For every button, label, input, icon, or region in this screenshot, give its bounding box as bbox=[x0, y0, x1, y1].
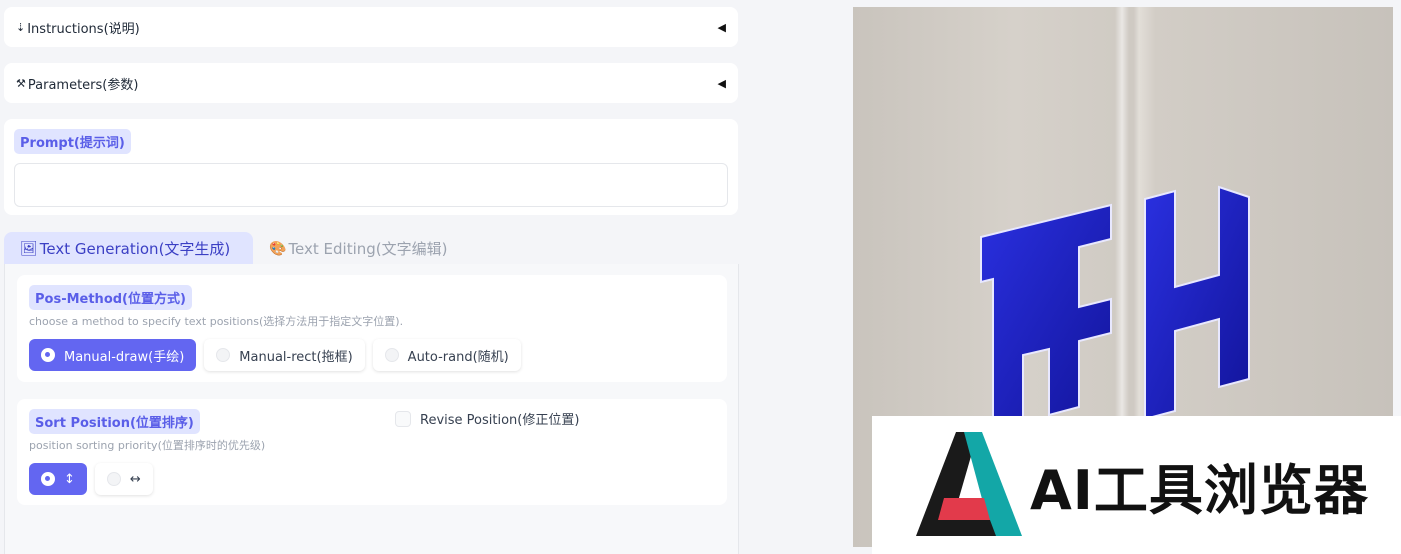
collapse-arrow-icon[interactable]: ◀ bbox=[718, 77, 726, 90]
radio-sort-vertical[interactable]: ↕ bbox=[29, 463, 87, 495]
radio-dot bbox=[106, 472, 121, 486]
tab-text-generation[interactable]: 🖼 Text Generation(文字生成) bbox=[4, 232, 253, 265]
radio-auto-rand[interactable]: Auto-rand(随机) bbox=[372, 339, 521, 371]
radio-label: Manual-draw(手绘) bbox=[64, 349, 185, 365]
revise-position-checkbox[interactable]: Revise Position(修正位置) bbox=[395, 409, 579, 428]
radio-label: Auto-rand(随机) bbox=[407, 349, 509, 365]
watermark-banner: AI工具浏览器 bbox=[872, 416, 1401, 554]
watermark-text: AI工具浏览器 bbox=[1030, 459, 1369, 522]
sort-position-radios: ↕ ↔ bbox=[29, 463, 715, 495]
pos-method-group: Pos-Method(位置方式) choose a method to spec… bbox=[17, 275, 727, 382]
leftright-arrow-icon: ↔ bbox=[129, 471, 141, 487]
collapse-arrow-icon[interactable]: ◀ bbox=[718, 21, 726, 34]
parameters-accordion[interactable]: ⚒ Parameters(参数) ◀ bbox=[4, 63, 738, 103]
picture-icon: 🖼 bbox=[20, 240, 38, 257]
radio-manual-draw[interactable]: Manual-draw(手绘) bbox=[29, 339, 197, 371]
pos-method-radios: Manual-draw(手绘) Manual-rect(拖框) Auto-ran… bbox=[29, 339, 715, 371]
pos-method-info: choose a method to specify text position… bbox=[29, 315, 404, 328]
pos-method-label: Pos-Method(位置方式) bbox=[29, 285, 192, 310]
sign-letter-f bbox=[980, 203, 1112, 431]
sort-position-label: Sort Position(位置排序) bbox=[29, 409, 200, 434]
radio-dot bbox=[216, 348, 231, 362]
sort-position-info: position sorting priority(位置排序时的优先级) bbox=[29, 439, 266, 452]
radio-dot bbox=[41, 348, 55, 362]
download-icon: ⇣ bbox=[16, 20, 26, 34]
sort-position-group: Sort Position(位置排序) position sorting pri… bbox=[17, 399, 727, 505]
updown-arrow-icon: ↕ bbox=[64, 471, 75, 487]
radio-label: Manual-rect(拖框) bbox=[239, 349, 353, 365]
mode-tabs: 🖼 Text Generation(文字生成) 🎨 Text Editing(文… bbox=[4, 232, 464, 265]
tab-text-editing[interactable]: 🎨 Text Editing(文字编辑) bbox=[253, 232, 464, 265]
radio-sort-horizontal[interactable]: ↔ bbox=[94, 463, 153, 495]
radio-manual-rect[interactable]: Manual-rect(拖框) bbox=[204, 339, 365, 371]
parameters-label: Parameters(参数) bbox=[27, 77, 139, 93]
prompt-label: Prompt(提示词) bbox=[14, 129, 131, 154]
radio-dot bbox=[384, 348, 399, 362]
prompt-textarea[interactable] bbox=[14, 163, 728, 207]
instructions-accordion[interactable]: ⇣ Instructions(说明) ◀ bbox=[4, 7, 738, 47]
instructions-label: Instructions(说明) bbox=[27, 21, 140, 37]
revise-position-label: Revise Position(修正位置) bbox=[420, 413, 580, 428]
tab-label: Text Editing(文字编辑) bbox=[288, 240, 448, 258]
palette-icon: 🎨 bbox=[269, 240, 287, 257]
prompt-block: Prompt(提示词) bbox=[4, 119, 738, 215]
radio-dot bbox=[41, 472, 55, 486]
tools-icon: ⚒ bbox=[16, 76, 26, 90]
text-generation-panel: Pos-Method(位置方式) choose a method to spec… bbox=[4, 264, 739, 554]
tab-label: Text Generation(文字生成) bbox=[39, 240, 231, 258]
sign-letter-h bbox=[1144, 185, 1250, 421]
checkbox-box[interactable] bbox=[395, 410, 411, 427]
